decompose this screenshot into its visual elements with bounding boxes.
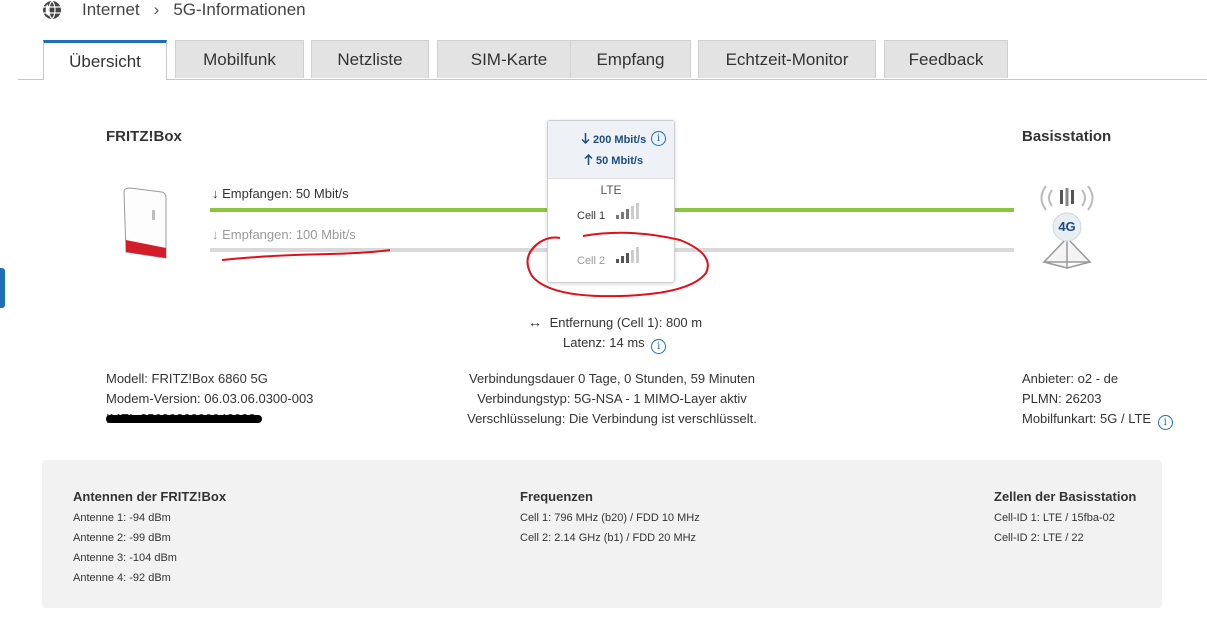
tab-netzliste[interactable]: Netzliste — [311, 40, 429, 78]
latency-text: Latenz: 14 ms — [563, 335, 645, 350]
tab-uebersicht[interactable]: Übersicht — [43, 40, 167, 80]
antenna-item: Antenne 1: -94 dBm — [73, 512, 171, 524]
tab-mobilfunk[interactable]: Mobilfunk — [175, 40, 304, 78]
redaction-bar — [106, 415, 262, 423]
details-panel: Antennen der FRITZ!Box Antenne 1: -94 dB… — [42, 460, 1162, 608]
tab-echtzeit-monitor[interactable]: Echtzeit-Monitor — [698, 40, 876, 78]
frequencies-title: Frequenzen — [520, 489, 593, 504]
tech-label: LTE — [600, 183, 622, 197]
antennas-column: Antennen der FRITZ!Box Antenne 1: -94 dB… — [73, 487, 226, 588]
type-text: Verbindungstyp: 5G-NSA - 1 MIMO-Layer ak… — [477, 391, 747, 406]
fritzbox-title: FRITZ!Box — [106, 128, 182, 145]
antenna-item: Antenne 4: -92 dBm — [73, 572, 171, 584]
provider-info: Anbieter: o2 - de PLMN: 26203 Mobilfunka… — [1022, 369, 1173, 430]
frequency-item: Cell 2: 2.14 GHz (b1) / FDD 20 MHz — [520, 532, 697, 544]
chevron-right-icon: › — [153, 0, 160, 19]
connection-info: Verbindungsdauer 0 Tage, 0 Stunden, 59 M… — [440, 369, 784, 429]
antennas-title: Antennen der FRITZ!Box — [73, 489, 227, 504]
antenna-item: Antenne 3: -104 dBm — [73, 552, 177, 564]
plmn-text: PLMN: 26203 — [1022, 391, 1102, 406]
card-info-icon[interactable]: i — [1157, 415, 1173, 430]
card-row: Mobilfunkart: 5G / LTE i — [1022, 409, 1173, 430]
encryption-text: Verschlüsselung: Die Verbindung ist vers… — [467, 411, 757, 426]
cells-column: Zellen der Basisstation Cell-ID 1: LTE /… — [994, 487, 1136, 548]
tab-bar: Übersicht Mobilfunk Netzliste SIM-Karte … — [18, 40, 1207, 80]
cell1-label: Cell 1 — [577, 210, 606, 222]
speed-panel — [548, 121, 674, 179]
device-info: Modell: FRITZ!Box 6860 5G Modem-Version:… — [106, 369, 313, 429]
uplink-speed: 50 Mbit/s — [596, 155, 644, 167]
frequency-item: Cell 1: 796 MHz (b20) / FDD 10 MHz — [520, 512, 700, 524]
card-text: Mobilfunkart: 5G / LTE — [1022, 411, 1152, 426]
cells-title: Zellen der Basisstation — [994, 489, 1137, 504]
red-annotation-marks — [221, 231, 709, 298]
info-icon[interactable]: i — [651, 131, 666, 146]
distance-text: Entfernung (Cell 1): 800 m — [549, 315, 703, 330]
breadcrumb: Internet › 5G-Informationen — [42, 0, 306, 20]
distance-row: ↔ Entfernung (Cell 1): 800 m — [528, 314, 702, 330]
basisstation-title: Basisstation — [1022, 128, 1112, 145]
distance-arrows-icon: ↔ — [528, 314, 542, 330]
latency-row: Latenz: 14 ms i — [563, 335, 667, 354]
downlink-speed: 200 Mbit/s — [593, 134, 647, 146]
arrow-up-icon — [584, 153, 593, 165]
cell-id-item: Cell-ID 1: LTE / 15fba-02 — [994, 512, 1115, 524]
frequencies-column: Frequenzen Cell 1: 796 MHz (b20) / FDD 1… — [520, 487, 700, 548]
arrow-down-icon — [581, 133, 590, 145]
cell1-rate-label: ↓ Empfangen: 50 Mbit/s — [212, 186, 349, 201]
globe-icon — [43, 0, 61, 20]
breadcrumb-current: 5G-Informationen — [173, 0, 306, 19]
provider-text: Anbieter: o2 - de — [1022, 371, 1119, 386]
breadcrumb-root[interactable]: Internet — [82, 0, 140, 20]
tab-sim-karte[interactable]: SIM-Karte — [437, 40, 581, 78]
sidebar-indicator — [0, 268, 5, 308]
imei-text: IMEI: 3563920000042033 — [106, 409, 313, 429]
modem-version-text: Modem-Version: 06.03.06.0300-003 — [106, 391, 314, 406]
duration-text: Verbindungsdauer 0 Tage, 0 Stunden, 59 M… — [469, 371, 755, 386]
cell-id-item: Cell-ID 2: LTE / 22 — [994, 532, 1084, 544]
model-text: Modell: FRITZ!Box 6860 5G — [106, 371, 268, 386]
tab-feedback[interactable]: Feedback — [884, 40, 1008, 78]
tab-empfang[interactable]: Empfang — [570, 40, 691, 78]
fritzbox-device-icon — [123, 187, 167, 259]
antenna-item: Antenne 2: -99 dBm — [73, 532, 171, 544]
station-badge: 4G — [1058, 219, 1076, 234]
cell1-signal-icon — [616, 203, 639, 219]
latency-info-icon[interactable]: i — [651, 339, 667, 354]
